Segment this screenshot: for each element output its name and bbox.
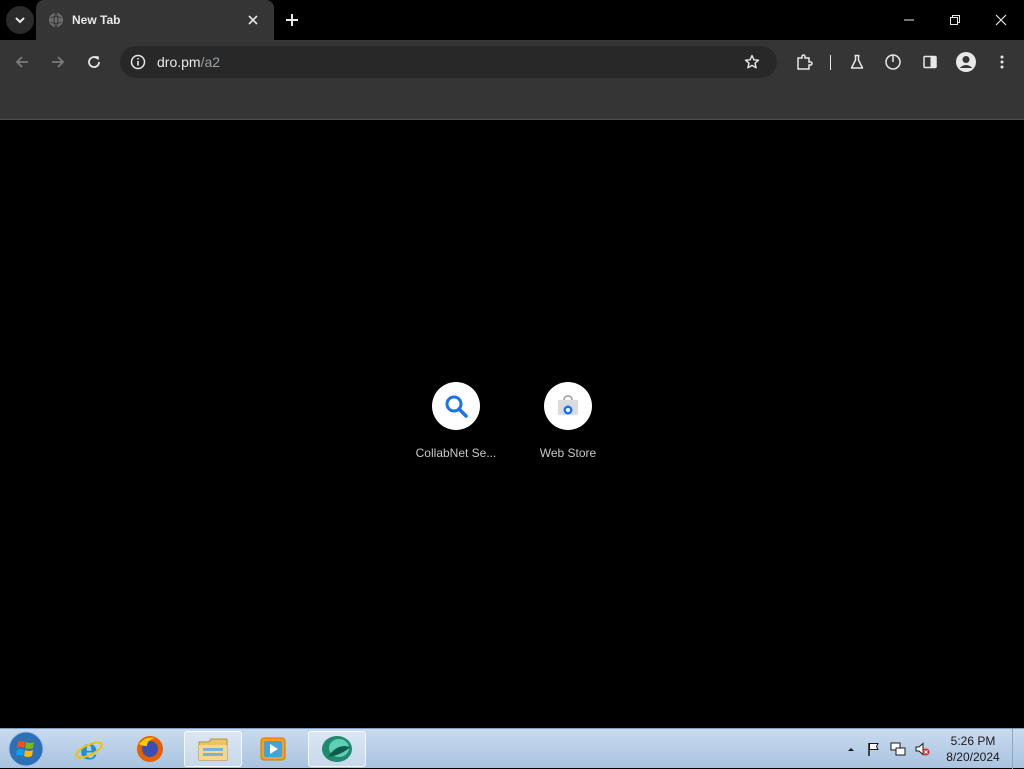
close-icon [248, 15, 258, 25]
action-center-icon[interactable] [866, 741, 882, 757]
minimize-icon [904, 19, 914, 21]
windows-taskbar: e 5:26 PM 8/20/2024 [0, 728, 1024, 769]
forward-button[interactable] [44, 48, 72, 76]
tab-search-button[interactable] [6, 6, 34, 34]
bookmarks-bar [0, 84, 1024, 120]
close-icon [995, 14, 1007, 26]
back-button[interactable] [8, 48, 36, 76]
speaker-muted-icon [915, 742, 930, 756]
tab-close-button[interactable] [244, 11, 262, 29]
globe-icon [49, 12, 63, 28]
system-clock[interactable]: 5:26 PM 8/20/2024 [940, 733, 1006, 765]
start-button[interactable] [6, 731, 46, 767]
gauge-icon [885, 54, 901, 70]
browser-toolbar: dro.pm/a2 [0, 40, 1024, 84]
shortcut-icon-tile [544, 382, 592, 430]
firefox-icon [137, 736, 163, 762]
network-icon [890, 742, 906, 756]
chevron-up-icon [848, 748, 854, 751]
site-info-button[interactable] [128, 52, 148, 72]
reload-icon [88, 56, 100, 68]
internet-explorer-icon: e [75, 734, 103, 764]
shortcut-web-store[interactable]: Web Store [512, 382, 624, 472]
url-path: /a2 [200, 54, 221, 70]
avatar-icon [956, 52, 976, 72]
show-hidden-icons-button[interactable] [843, 741, 859, 757]
tab-new-tab[interactable]: New Tab [36, 0, 274, 40]
side-panel-button[interactable] [916, 48, 944, 76]
restore-icon [950, 15, 960, 25]
web-store-icon [558, 395, 578, 415]
browser-app-icon [322, 736, 352, 762]
tab-title: New Tab [72, 13, 121, 27]
svg-text:e: e [80, 734, 98, 764]
show-desktop-button[interactable] [1012, 729, 1024, 769]
info-icon [130, 54, 146, 70]
volume-muted-icon[interactable] [914, 741, 930, 757]
star-icon [744, 54, 760, 69]
plus-icon [286, 14, 298, 26]
profile-button[interactable] [952, 48, 980, 76]
close-window-button[interactable] [978, 0, 1024, 40]
search-icon [445, 395, 468, 418]
address-url: dro.pm/a2 [157, 54, 220, 70]
restore-button[interactable] [932, 0, 978, 40]
media-player-icon [260, 737, 286, 761]
chevron-down-icon [15, 17, 25, 24]
network-icon[interactable] [890, 741, 906, 757]
puzzle-icon [797, 54, 813, 70]
more-vert-icon [1000, 55, 1004, 69]
arrow-left-icon [15, 56, 28, 68]
address-bar[interactable]: dro.pm/a2 [120, 46, 777, 78]
taskbar-firefox[interactable] [121, 731, 179, 767]
labs-button[interactable] [843, 48, 871, 76]
url-host: dro.pm [157, 54, 201, 70]
flask-icon [850, 54, 864, 69]
reload-button[interactable] [80, 48, 108, 76]
taskbar-chrome[interactable] [308, 731, 366, 767]
extensions-button[interactable] [790, 48, 818, 76]
arrow-right-icon [52, 56, 65, 68]
shortcut-label: CollabNet Se... [415, 446, 497, 460]
shortcut-icon-tile [432, 382, 480, 430]
flag-icon [868, 743, 879, 756]
minimize-button[interactable] [886, 0, 932, 40]
performance-button[interactable] [879, 48, 907, 76]
shortcut-collabnet[interactable]: CollabNet Se... [400, 382, 512, 472]
menu-button[interactable] [988, 48, 1016, 76]
clock-time: 5:26 PM [950, 734, 996, 748]
new-tab-button[interactable] [281, 9, 303, 31]
taskbar-media-player[interactable] [244, 731, 302, 767]
clock-date: 8/20/2024 [946, 750, 1000, 764]
taskbar-internet-explorer[interactable]: e [60, 731, 118, 767]
side-panel-icon [923, 55, 937, 69]
taskbar-file-explorer[interactable] [184, 731, 242, 767]
shortcut-label: Web Store [539, 446, 597, 460]
toolbar-separator [830, 55, 831, 70]
folder-icon [198, 738, 228, 761]
windows-logo-icon [8, 731, 44, 767]
new-tab-page: CollabNet Se... Web Store [0, 121, 1024, 728]
tab-strip: New Tab [0, 0, 1024, 40]
bookmark-button[interactable] [742, 52, 762, 72]
